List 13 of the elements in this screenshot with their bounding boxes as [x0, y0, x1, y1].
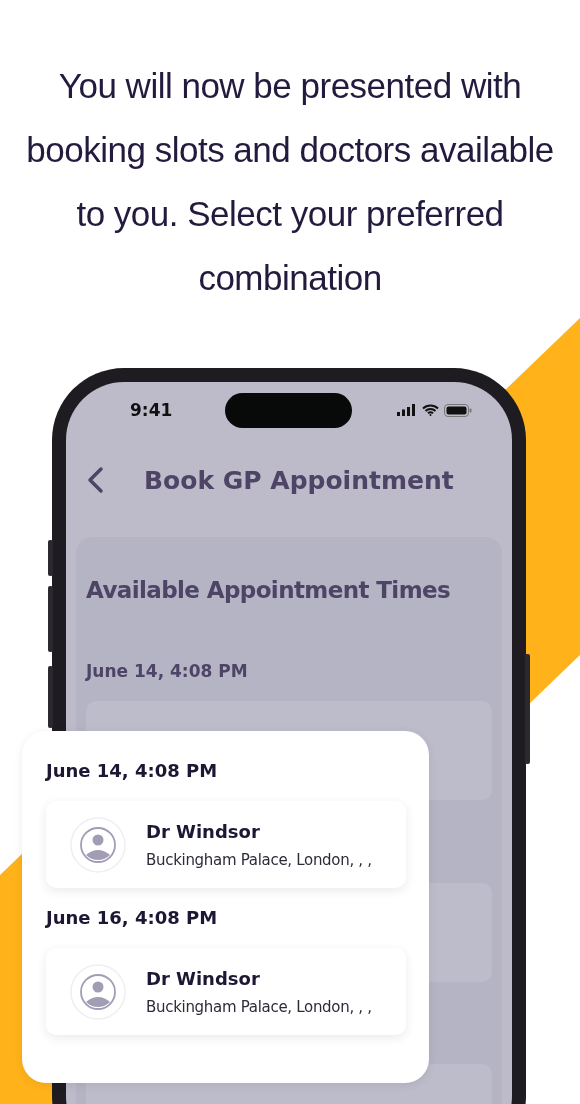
slot-date: June 14, 4:08 PM [86, 661, 249, 681]
doctor-address: Buckingham Palace, London, , , [146, 850, 372, 869]
headline: You will now be presented with booking slots and doctors available to you. Select your preferred combination [25, 65, 555, 299]
page-title: Book GP Appointment [144, 465, 454, 495]
doctor-card[interactable]: Dr Windsor Buckingham Palace, London, , , [46, 801, 406, 888]
slot-date: June 14, 4:08 PM [46, 759, 219, 783]
status-time: 9:41 [130, 400, 174, 420]
doctor-card[interactable]: Dr Windsor Buckingham Palace, London, , , [46, 948, 406, 1035]
doctor-name: Dr Windsor [146, 967, 261, 989]
slot-date: June 16, 4:08 PM [46, 906, 219, 930]
doctor-address: Buckingham Palace, London, , , [146, 997, 372, 1016]
doctor-name: Dr Windsor [146, 820, 261, 842]
section-title: Available Appointment Times [86, 577, 452, 603]
